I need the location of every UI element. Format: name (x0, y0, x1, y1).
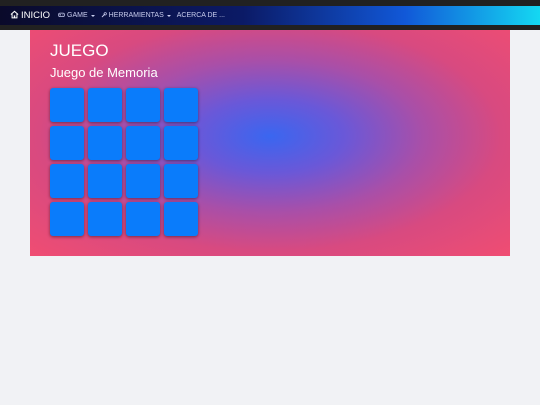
nav-item-herramientas-label: HERRAMIENTAS (108, 12, 164, 19)
memory-board (50, 88, 198, 236)
wrench-icon (101, 11, 109, 20)
memory-card[interactable] (126, 126, 160, 160)
memory-card[interactable] (88, 88, 122, 122)
page-subtitle: Juego de Memoria (50, 65, 158, 80)
memory-card[interactable] (50, 164, 84, 198)
memory-card[interactable] (164, 202, 198, 236)
memory-card[interactable] (50, 126, 84, 160)
memory-card[interactable] (88, 202, 122, 236)
memory-card[interactable] (126, 202, 160, 236)
nav-item-herramientas[interactable]: HERRAMIENTAS (101, 11, 171, 20)
memory-card[interactable] (88, 164, 122, 198)
memory-card[interactable] (50, 88, 84, 122)
memory-card[interactable] (164, 164, 198, 198)
chevron-down-icon (166, 14, 171, 17)
memory-card[interactable] (164, 88, 198, 122)
memory-card[interactable] (88, 126, 122, 160)
nav-item-acerca-de-label: ACERCA DE ... (176, 12, 225, 19)
house-icon (10, 10, 21, 22)
nav-item-acerca-de[interactable]: ACERCA DE ... (177, 12, 225, 19)
memory-card[interactable] (50, 202, 84, 236)
nav-item-game-label: GAME (67, 12, 88, 19)
game-panel: JUEGO Juego de Memoria (30, 30, 510, 256)
gamepad-icon (58, 11, 67, 20)
top-navbar: INICIO GAME HERRAMIENTAS ACERCA DE ... (0, 6, 540, 25)
memory-card[interactable] (126, 164, 160, 198)
nav-item-game[interactable]: GAME (58, 11, 95, 20)
nav-brand-inicio[interactable]: INICIO (10, 10, 50, 22)
page-title: JUEGO (50, 41, 109, 60)
memory-card[interactable] (126, 88, 160, 122)
chevron-down-icon (90, 14, 95, 17)
memory-card[interactable] (164, 126, 198, 160)
nav-brand-label: INICIO (21, 10, 51, 21)
